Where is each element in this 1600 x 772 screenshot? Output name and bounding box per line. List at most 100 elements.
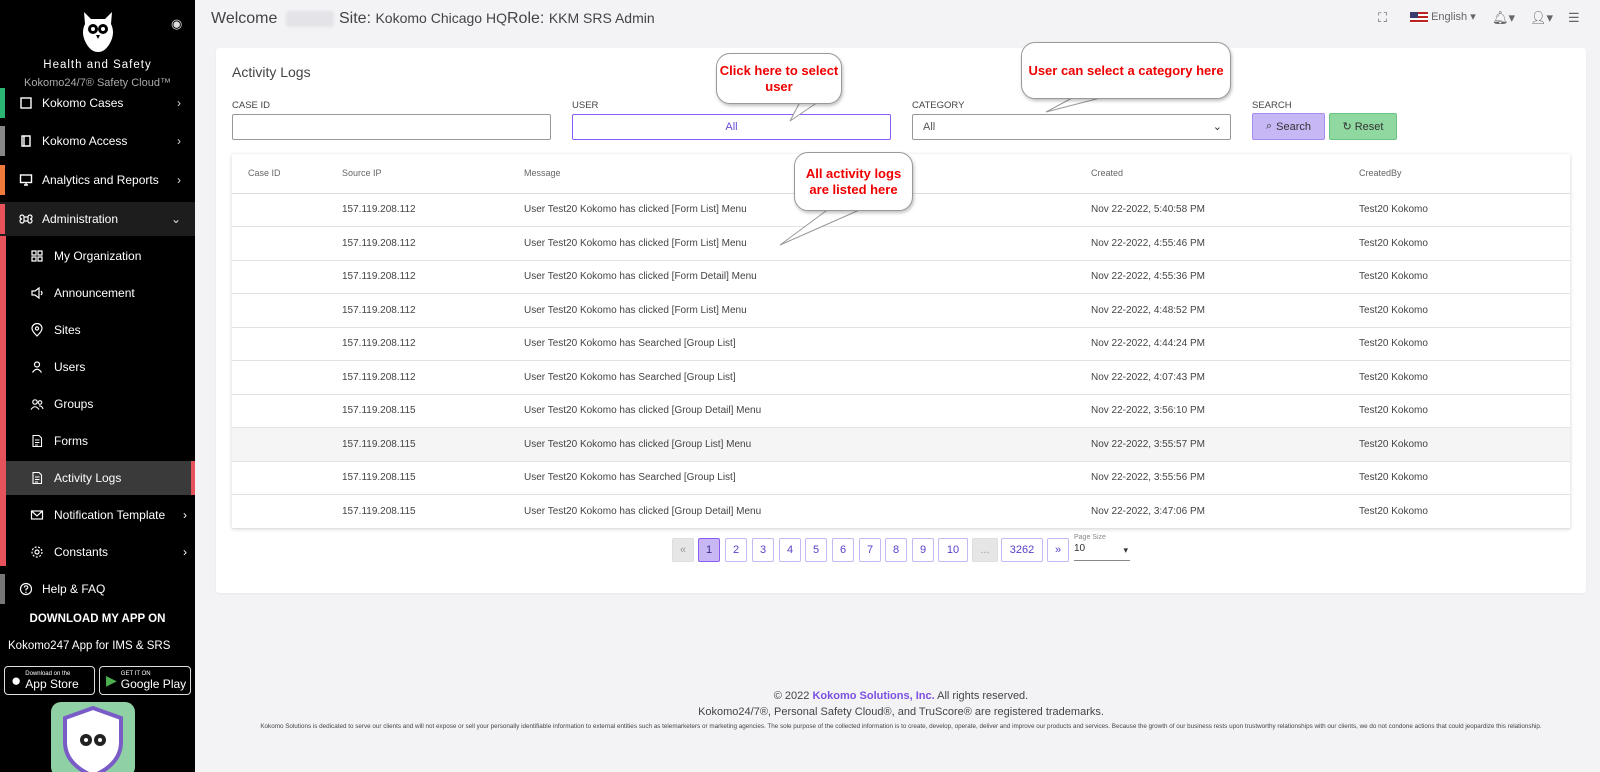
table-row[interactable]: 157.119.208.115 User Test20 Kokomo has c…: [232, 394, 1570, 428]
category-select[interactable]: All ⌄: [912, 114, 1231, 140]
pagination-page[interactable]: 9: [912, 538, 934, 562]
pagination-page[interactable]: 5: [805, 538, 827, 562]
search-label: SEARCH: [1252, 100, 1292, 111]
pagination-page[interactable]: 7: [859, 538, 881, 562]
user-label: USER: [572, 100, 599, 111]
callout-category: User can select a category here: [1021, 42, 1231, 99]
reset-button[interactable]: ↻ Reset: [1329, 113, 1397, 140]
cell-created: Nov 22-2022, 4:55:46 PM: [1091, 226, 1359, 261]
sidebar-item-announcement[interactable]: Announcement: [6, 276, 195, 310]
sidebar-item-my-organization[interactable]: My Organization: [6, 239, 195, 273]
chevron-right-icon: ›: [177, 134, 181, 148]
disclaimer: Kokomo Solutions is dedicated to serve o…: [260, 723, 1542, 730]
table-row[interactable]: 157.119.208.115 User Test20 Kokomo has S…: [232, 461, 1570, 495]
pagination-prev[interactable]: «: [672, 538, 694, 562]
table-row[interactable]: 157.119.208.115 User Test20 Kokomo has c…: [232, 427, 1570, 462]
page-size-label: Page Size: [1074, 534, 1106, 541]
table-row[interactable]: 157.119.208.112 User Test20 Kokomo has c…: [232, 226, 1570, 261]
case-id-label: CASE ID: [232, 100, 271, 111]
eye-toggle-icon[interactable]: ◉: [171, 16, 182, 32]
pagination-last-page[interactable]: 3262: [1001, 538, 1043, 562]
cell-created-by: Test20 Kokomo: [1359, 293, 1570, 328]
cell-case-id: [232, 394, 342, 428]
table-row[interactable]: 157.119.208.112 User Test20 Kokomo has c…: [232, 260, 1570, 294]
copyright-suffix: All rights reserved.: [937, 690, 1029, 702]
fullscreen-icon[interactable]: ⛶: [1378, 10, 1387, 26]
cell-created-by: Test20 Kokomo: [1359, 494, 1570, 529]
pagination-page[interactable]: 1: [698, 538, 720, 562]
page-size-value: 10: [1074, 543, 1086, 554]
category-value: All: [923, 121, 936, 133]
table-row[interactable]: 157.119.208.112 User Test20 Kokomo has S…: [232, 360, 1570, 395]
cell-message: User Test20 Kokomo has clicked [Group Li…: [524, 427, 1091, 462]
pagination-page[interactable]: 10: [938, 538, 968, 562]
help-icon: [19, 582, 33, 596]
shield-logo-icon: [51, 702, 135, 772]
pagination-page[interactable]: 6: [832, 538, 854, 562]
column-header-case-id[interactable]: Case ID: [232, 154, 342, 194]
sidebar-item-label: My Organization: [54, 249, 142, 263]
sidebar-item-help[interactable]: Help & FAQ: [0, 572, 195, 606]
cell-created-by: Test20 Kokomo: [1359, 360, 1570, 395]
table-row[interactable]: 157.119.208.112 User Test20 Kokomo has S…: [232, 327, 1570, 361]
cell-created: Nov 22-2022, 4:55:36 PM: [1091, 260, 1359, 294]
cell-case-id: [232, 327, 342, 361]
column-header-created-by[interactable]: CreatedBy: [1359, 154, 1570, 194]
google-play-label: Google Play: [120, 676, 187, 691]
app-store-button[interactable]: ● Download on the App Store: [4, 666, 95, 695]
user-menu-icon[interactable]: 👤︎▾: [1530, 10, 1553, 26]
sidebar-item-label: Users: [54, 360, 86, 374]
pagination-next[interactable]: »: [1047, 538, 1069, 562]
cell-source-ip: 157.119.208.115: [342, 394, 524, 428]
brand: ◉ Health and Safety Kokomo24/7® Safety C…: [0, 0, 195, 92]
search-button[interactable]: ⌕ Search: [1252, 113, 1325, 140]
language-selector[interactable]: English ▾: [1410, 10, 1476, 23]
page-size-select[interactable]: 10 ▾: [1074, 543, 1130, 561]
sidebar-item-analytics[interactable]: Analytics and Reports ›: [0, 163, 195, 197]
cell-message: User Test20 Kokomo has Searched [Group L…: [524, 327, 1091, 361]
cell-case-id: [232, 360, 342, 395]
copyright-prefix: © 2022: [773, 690, 810, 702]
pagination-page[interactable]: 8: [885, 538, 907, 562]
cell-created-by: Test20 Kokomo: [1359, 394, 1570, 428]
sidebar-item-kokomo-access[interactable]: Kokomo Access ›: [0, 124, 195, 158]
sidebar-item-administration[interactable]: Administration ⌄: [0, 202, 195, 236]
menu-icon[interactable]: ☰: [1568, 10, 1580, 26]
pagination-page[interactable]: 4: [779, 538, 801, 562]
sidebar-item-sites[interactable]: Sites: [6, 313, 195, 347]
user-select[interactable]: All: [572, 114, 891, 140]
column-header-source-ip[interactable]: Source IP: [342, 154, 524, 194]
bell-icon[interactable]: 🔔︎▾: [1492, 10, 1515, 26]
sidebar-item-forms[interactable]: Forms: [6, 424, 195, 458]
copyright-line: © 2022 Kokomo Solutions, Inc. All rights…: [216, 690, 1586, 702]
cell-message: User Test20 Kokomo has clicked [Form Lis…: [524, 226, 1091, 261]
play-icon: ▶: [106, 672, 117, 688]
cell-created: Nov 22-2022, 3:56:10 PM: [1091, 394, 1359, 428]
location-pin-icon: [30, 322, 44, 337]
cell-created: Nov 22-2022, 4:48:52 PM: [1091, 293, 1359, 328]
sidebar-item-users[interactable]: Users: [6, 350, 195, 384]
callout-logs: All activity logs are listed here: [794, 152, 913, 211]
sidebar-item-activity-logs[interactable]: Activity Logs: [6, 461, 195, 495]
sidebar-item-label: Announcement: [54, 286, 135, 300]
sidebar-item-notification-template[interactable]: Notification Template ›: [6, 498, 195, 532]
sidebar-item-kokomo-cases[interactable]: Kokomo Cases ›: [0, 86, 195, 120]
pagination-page[interactable]: 2: [725, 538, 747, 562]
cell-created-by: Test20 Kokomo: [1359, 260, 1570, 294]
google-play-button[interactable]: ▶ GET IT ON Google Play: [99, 666, 191, 695]
pagination-page[interactable]: 3: [752, 538, 774, 562]
column-header-created[interactable]: Created: [1091, 154, 1359, 194]
download-title: DOWNLOAD MY APP ON: [29, 613, 166, 625]
cell-message: User Test20 Kokomo has clicked [Form Det…: [524, 260, 1091, 294]
company-link[interactable]: Kokomo Solutions, Inc.: [812, 690, 934, 702]
gear-icon: [30, 545, 44, 559]
cell-created: Nov 22-2022, 3:55:57 PM: [1091, 427, 1359, 462]
sidebar-item-groups[interactable]: Groups: [6, 387, 195, 421]
search-icon: ⌕: [1265, 120, 1273, 132]
case-id-input[interactable]: [232, 114, 551, 140]
book-icon: [19, 134, 33, 148]
table-row[interactable]: 157.119.208.112 User Test20 Kokomo has c…: [232, 293, 1570, 328]
table-row[interactable]: 157.119.208.115 User Test20 Kokomo has c…: [232, 494, 1570, 529]
sidebar-item-constants[interactable]: Constants ›: [6, 535, 195, 569]
cell-created-by: Test20 Kokomo: [1359, 427, 1570, 462]
